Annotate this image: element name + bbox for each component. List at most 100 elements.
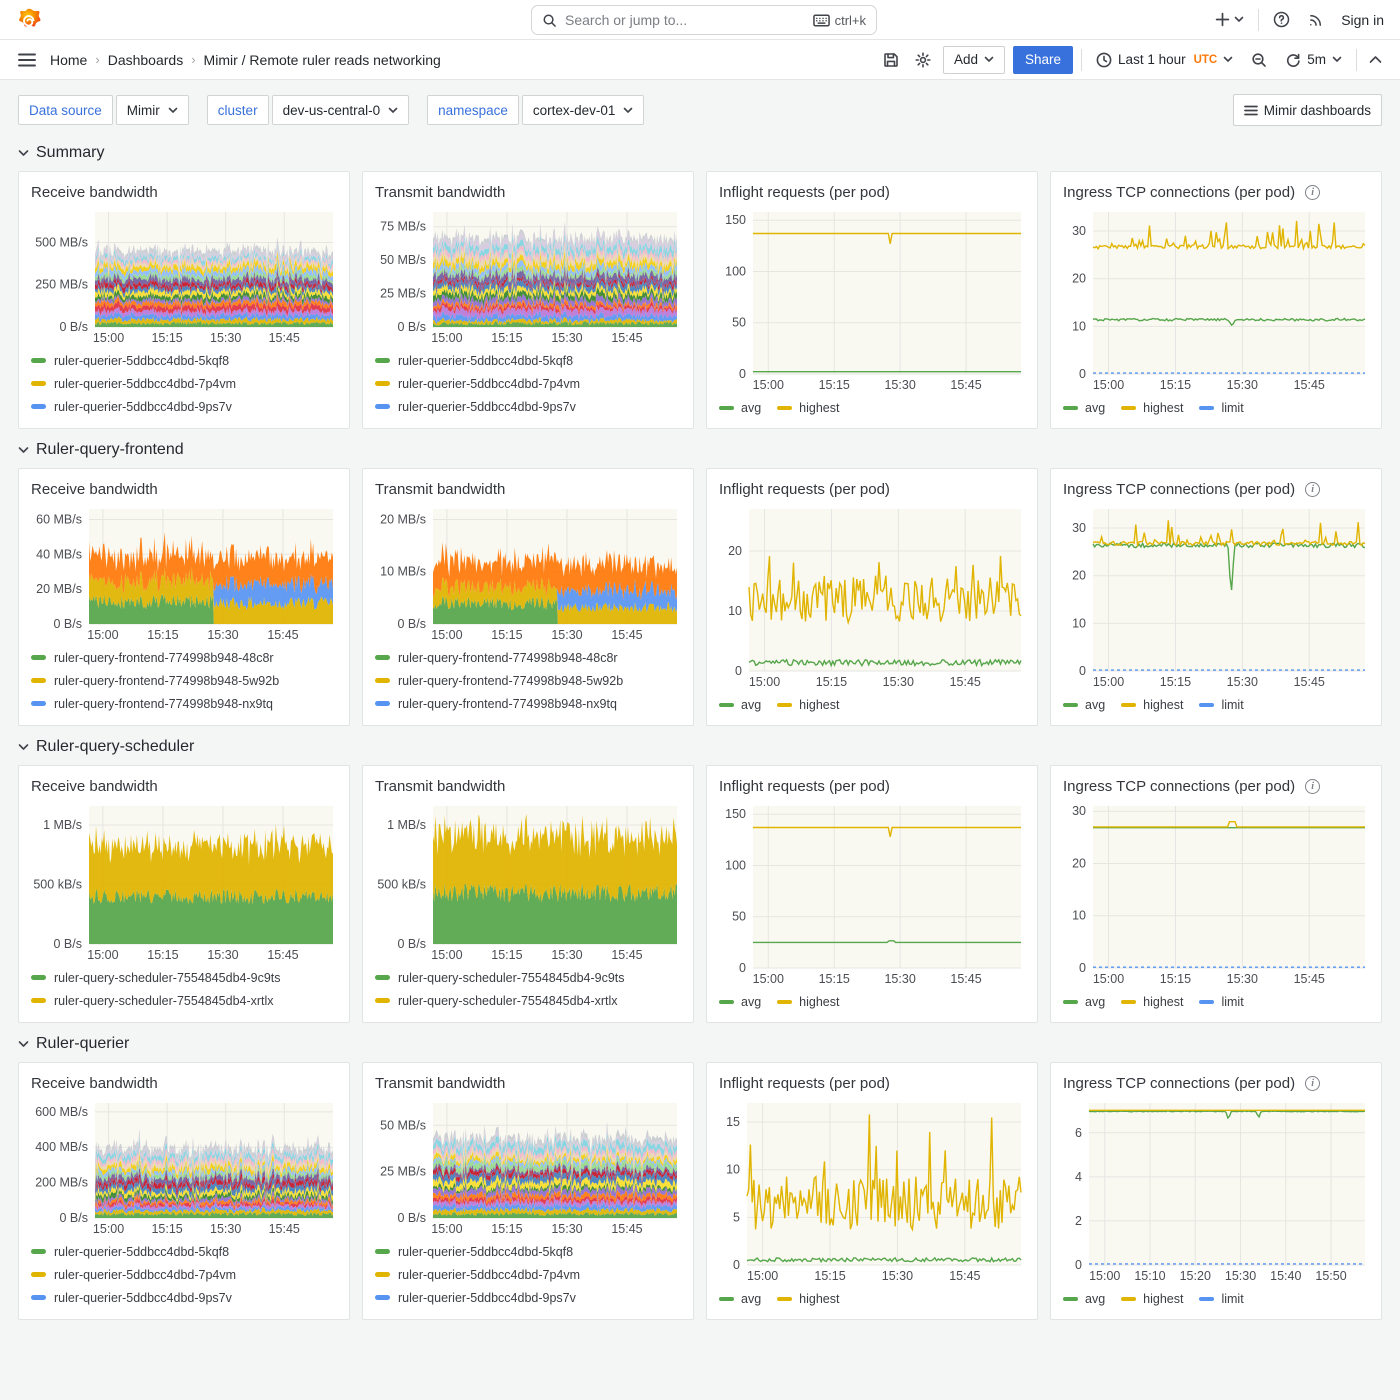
chart-area[interactable]: 0 B/s200 MB/s400 MB/s600 MB/s15:0015:151… (31, 1097, 337, 1237)
panel-title[interactable]: Ingress TCP connections (per pod) (1063, 481, 1295, 498)
panel-title[interactable]: Ingress TCP connections (per pod) (1063, 778, 1295, 795)
legend-label[interactable]: limit (1221, 401, 1243, 415)
legend-label[interactable]: ruler-query-scheduler-7554845db4-xrtlx (398, 994, 618, 1008)
legend-label[interactable]: avg (741, 401, 761, 415)
legend-label[interactable]: avg (741, 1292, 761, 1306)
chart-area[interactable]: 0 B/s500 kB/s1 MB/s15:0015:1515:3015:45 (375, 800, 681, 963)
share-button[interactable]: Share (1013, 46, 1073, 74)
new-button[interactable] (1211, 8, 1248, 31)
chart-area[interactable]: 010203015:0015:1515:3015:45 (1063, 503, 1369, 690)
panel-title[interactable]: Receive bandwidth (31, 184, 158, 201)
legend-label[interactable]: ruler-querier-5ddbcc4dbd-9ps7v (398, 1291, 576, 1305)
legend-label[interactable]: highest (799, 995, 839, 1009)
chart-area[interactable]: 05010015015:0015:1515:3015:45 (719, 800, 1025, 987)
breadcrumb-home[interactable]: Home (50, 52, 87, 68)
legend-label[interactable]: highest (1143, 1292, 1183, 1306)
chart-svg[interactable]: 0102015:0015:1515:3015:45 (719, 503, 1025, 690)
legend-label[interactable]: avg (741, 995, 761, 1009)
search-input[interactable]: Search or jump to... ctrl+k (531, 5, 877, 35)
legend-label[interactable]: ruler-querier-5ddbcc4dbd-7p4vm (398, 377, 580, 391)
variable-cluster-value[interactable]: dev-us-central-0 (272, 95, 410, 125)
chart-area[interactable]: 024615:0015:1015:2015:3015:4015:50 (1063, 1097, 1369, 1284)
chart-area[interactable]: 0 B/s25 MB/s50 MB/s15:0015:1515:3015:45 (375, 1097, 681, 1237)
chart-area[interactable]: 0 B/s10 MB/s20 MB/s15:0015:1515:3015:45 (375, 503, 681, 643)
legend-label[interactable]: ruler-querier-5ddbcc4dbd-5kqf8 (54, 1245, 229, 1259)
info-icon[interactable]: i (1305, 185, 1320, 200)
legend-label[interactable]: ruler-query-scheduler-7554845db4-9c9ts (398, 971, 625, 985)
section-header-ruler-query-frontend[interactable]: Ruler-query-frontend (18, 441, 1382, 459)
legend-label[interactable]: ruler-querier-5ddbcc4dbd-7p4vm (398, 1268, 580, 1282)
legend-label[interactable]: limit (1221, 698, 1243, 712)
chart-area[interactable]: 0 B/s25 MB/s50 MB/s75 MB/s15:0015:1515:3… (375, 206, 681, 346)
info-icon[interactable]: i (1305, 779, 1320, 794)
variable-cluster-label[interactable]: cluster (207, 95, 269, 125)
chart-svg[interactable]: 0 B/s25 MB/s50 MB/s15:0015:1515:3015:45 (375, 1097, 681, 1237)
legend-label[interactable]: ruler-query-scheduler-7554845db4-xrtlx (54, 994, 274, 1008)
chart-area[interactable]: 010203015:0015:1515:3015:45 (1063, 206, 1369, 393)
legend-label[interactable]: highest (1143, 401, 1183, 415)
legend-label[interactable]: ruler-querier-5ddbcc4dbd-9ps7v (54, 1291, 232, 1305)
chart-svg[interactable]: 0 B/s20 MB/s40 MB/s60 MB/s15:0015:1515:3… (31, 503, 337, 643)
chart-svg[interactable]: 0 B/s25 MB/s50 MB/s75 MB/s15:0015:1515:3… (375, 206, 681, 346)
chart-svg[interactable]: 0 B/s10 MB/s20 MB/s15:0015:1515:3015:45 (375, 503, 681, 643)
legend-label[interactable]: highest (799, 401, 839, 415)
panel-title[interactable]: Transmit bandwidth (375, 184, 505, 201)
variable-namespace-value[interactable]: cortex-dev-01 (522, 95, 645, 125)
mimir-dashboards-button[interactable]: Mimir dashboards (1233, 94, 1382, 126)
chart-svg[interactable]: 0 B/s500 kB/s1 MB/s15:0015:1515:3015:45 (375, 800, 681, 963)
chart-area[interactable]: 0 B/s20 MB/s40 MB/s60 MB/s15:0015:1515:3… (31, 503, 337, 643)
chart-svg[interactable]: 024615:0015:1015:2015:3015:4015:50 (1063, 1097, 1369, 1284)
variable-namespace-label[interactable]: namespace (427, 95, 519, 125)
info-icon[interactable]: i (1305, 1076, 1320, 1091)
chart-svg[interactable]: 010203015:0015:1515:3015:45 (1063, 503, 1369, 690)
legend-label[interactable]: avg (1085, 1292, 1105, 1306)
chart-svg[interactable]: 0 B/s200 MB/s400 MB/s600 MB/s15:0015:151… (31, 1097, 337, 1237)
legend-label[interactable]: avg (1085, 698, 1105, 712)
chart-svg[interactable]: 010203015:0015:1515:3015:45 (1063, 206, 1369, 393)
legend-label[interactable]: limit (1221, 1292, 1243, 1306)
legend-label[interactable]: ruler-querier-5ddbcc4dbd-5kqf8 (398, 354, 573, 368)
legend-label[interactable]: ruler-querier-5ddbcc4dbd-7p4vm (54, 1268, 236, 1282)
legend-label[interactable]: ruler-querier-5ddbcc4dbd-5kqf8 (398, 1245, 573, 1259)
panel-title[interactable]: Transmit bandwidth (375, 481, 505, 498)
panel-title[interactable]: Inflight requests (per pod) (719, 1075, 890, 1092)
chart-svg[interactable]: 05010015015:0015:1515:3015:45 (719, 206, 1025, 393)
chart-area[interactable]: 0102015:0015:1515:3015:45 (719, 503, 1025, 690)
legend-label[interactable]: ruler-query-frontend-774998b948-nx9tq (54, 697, 273, 711)
legend-label[interactable]: highest (1143, 698, 1183, 712)
legend-label[interactable]: avg (1085, 995, 1105, 1009)
legend-label[interactable]: ruler-query-frontend-774998b948-nx9tq (398, 697, 617, 711)
legend-label[interactable]: ruler-querier-5ddbcc4dbd-9ps7v (398, 400, 576, 414)
legend-label[interactable]: ruler-querier-5ddbcc4dbd-9ps7v (54, 400, 232, 414)
chart-area[interactable]: 0 B/s250 MB/s500 MB/s15:0015:1515:3015:4… (31, 206, 337, 346)
info-icon[interactable]: i (1305, 482, 1320, 497)
news-button[interactable] (1304, 7, 1329, 32)
panel-title[interactable]: Receive bandwidth (31, 481, 158, 498)
refresh-picker[interactable]: 5m (1279, 48, 1348, 72)
panel-title[interactable]: Inflight requests (per pod) (719, 184, 890, 201)
legend-label[interactable]: ruler-querier-5ddbcc4dbd-7p4vm (54, 377, 236, 391)
panel-title[interactable]: Transmit bandwidth (375, 1075, 505, 1092)
legend-label[interactable]: avg (741, 698, 761, 712)
legend-label[interactable]: highest (799, 1292, 839, 1306)
legend-label[interactable]: ruler-query-frontend-774998b948-48c8r (54, 651, 274, 665)
menu-toggle[interactable] (14, 49, 40, 71)
legend-label[interactable]: limit (1221, 995, 1243, 1009)
chart-svg[interactable]: 0 B/s500 kB/s1 MB/s15:0015:1515:3015:45 (31, 800, 337, 963)
save-dashboard-button[interactable] (879, 48, 903, 72)
legend-label[interactable]: ruler-querier-5ddbcc4dbd-5kqf8 (54, 354, 229, 368)
chart-area[interactable]: 05010015015:0015:1515:3015:45 (719, 206, 1025, 393)
sign-in-link[interactable]: Sign in (1339, 12, 1384, 28)
chart-area[interactable]: 0 B/s500 kB/s1 MB/s15:0015:1515:3015:45 (31, 800, 337, 963)
chart-area[interactable]: 05101515:0015:1515:3015:45 (719, 1097, 1025, 1284)
panel-title[interactable]: Ingress TCP connections (per pod) (1063, 184, 1295, 201)
panel-title[interactable]: Inflight requests (per pod) (719, 481, 890, 498)
chart-svg[interactable]: 05010015015:0015:1515:3015:45 (719, 800, 1025, 987)
legend-label[interactable]: highest (1143, 995, 1183, 1009)
variable-datasource-label[interactable]: Data source (18, 95, 113, 125)
legend-label[interactable]: avg (1085, 401, 1105, 415)
chart-svg[interactable]: 0 B/s250 MB/s500 MB/s15:0015:1515:3015:4… (31, 206, 337, 346)
kiosk-mode-button[interactable] (1365, 51, 1386, 68)
help-button[interactable] (1269, 7, 1294, 32)
variable-datasource-value[interactable]: Mimir (116, 95, 189, 125)
